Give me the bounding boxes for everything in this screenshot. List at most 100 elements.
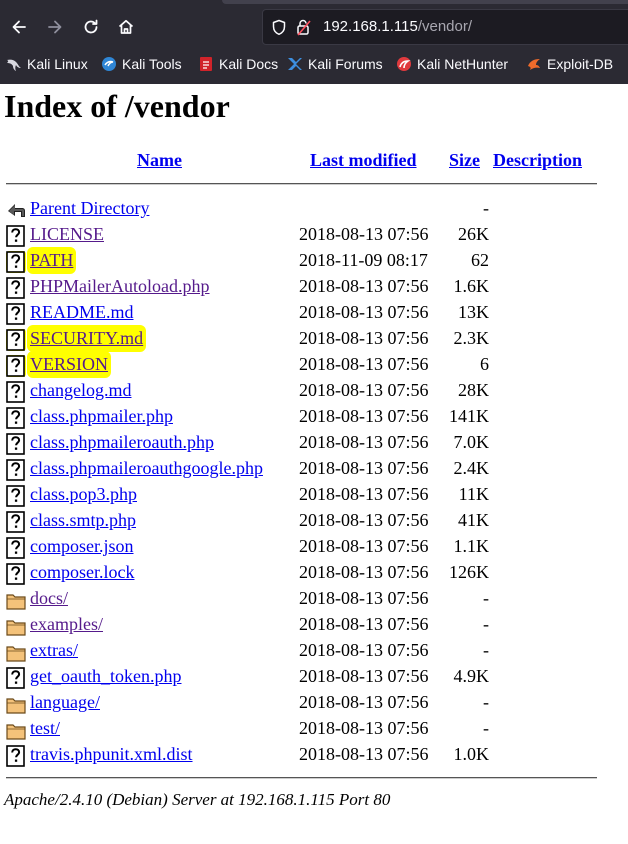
bookmark-label: Exploit-DB xyxy=(547,56,614,72)
unknown-file-icon[interactable] xyxy=(6,745,26,767)
size-cell: 28K xyxy=(458,380,489,400)
file-link[interactable]: LICENSE xyxy=(30,224,104,245)
size-cell: 11K xyxy=(458,484,489,504)
bookmark-kali-tools[interactable]: Kali Tools xyxy=(101,53,182,75)
unknown-file-icon[interactable] xyxy=(6,329,26,351)
file-link[interactable]: class.pop3.php xyxy=(30,484,137,505)
table-row: get_oauth_token.php 2018-08-13 07:56 4.9K xyxy=(0,664,628,690)
file-link[interactable]: extras/ xyxy=(30,640,78,661)
reload-button[interactable] xyxy=(76,12,106,42)
unknown-file-icon[interactable] xyxy=(6,277,26,299)
last-modified-cell: 2018-08-13 07:56 xyxy=(299,224,429,244)
unknown-file-icon[interactable] xyxy=(6,537,26,559)
unknown-file-icon[interactable] xyxy=(6,511,26,533)
table-row: language/2018-08-13 07:56 - xyxy=(0,690,628,716)
back-button[interactable] xyxy=(4,12,34,42)
last-modified-cell: 2018-08-13 07:56 xyxy=(299,718,429,738)
home-button[interactable] xyxy=(111,12,141,42)
address-bar[interactable]: 192.168.1.115/vendor/ xyxy=(262,9,628,45)
bookmark-exploit-db[interactable]: Exploit-DB xyxy=(526,53,613,75)
server-signature: Apache/2.4.10 (Debian) Server at 192.168… xyxy=(4,790,391,809)
parent-directory-link[interactable]: Parent Directory xyxy=(30,198,149,219)
table-row: docs/2018-08-13 07:56 - xyxy=(0,586,628,612)
file-link[interactable]: language/ xyxy=(30,692,100,713)
file-link[interactable]: PHPMailerAutoload.php xyxy=(30,276,210,297)
last-modified-cell: 2018-08-13 07:56 xyxy=(299,614,429,634)
bookmark-label: Kali Docs xyxy=(219,56,279,72)
file-link[interactable]: class.phpmaileroauthgoogle.php xyxy=(30,458,263,479)
table-row: SECURITY.md 2018-08-13 07:56 2.3K xyxy=(0,326,628,352)
folder-icon[interactable] xyxy=(6,615,26,637)
file-link[interactable]: VERSION xyxy=(30,354,109,375)
last-modified-cell: 2018-08-13 07:56 xyxy=(299,302,429,322)
table-row: PATH 2018-11-09 08:17 62 xyxy=(0,248,628,274)
bookmark-label: Kali Linux xyxy=(27,56,88,72)
file-link[interactable]: PATH xyxy=(30,250,74,271)
file-link[interactable]: test/ xyxy=(30,718,60,739)
forward-button[interactable] xyxy=(40,12,70,42)
file-link[interactable]: travis.phpunit.xml.dist xyxy=(30,744,193,765)
table-row: class.smtp.php 2018-08-13 07:56 41K xyxy=(0,508,628,534)
file-link[interactable]: composer.lock xyxy=(30,562,134,583)
unknown-file-icon[interactable] xyxy=(6,381,26,403)
unknown-file-icon[interactable] xyxy=(6,459,26,481)
file-link[interactable]: composer.json xyxy=(30,536,134,557)
file-link[interactable]: SECURITY.md xyxy=(30,328,144,349)
last-modified-cell: 2018-08-13 07:56 xyxy=(299,484,429,504)
unknown-file-icon[interactable] xyxy=(6,225,26,247)
file-link[interactable]: changelog.md xyxy=(30,380,131,401)
last-modified-cell: 2018-08-13 07:56 xyxy=(299,276,429,296)
size-cell: 4.9K xyxy=(453,666,490,686)
kali-docs-icon xyxy=(200,57,212,71)
size-cell: 1.6K xyxy=(453,276,490,296)
bookmark-kali-linux[interactable]: Kali Linux xyxy=(6,53,88,75)
file-link[interactable]: docs/ xyxy=(30,588,68,609)
size-cell: - xyxy=(483,640,489,660)
last-modified-cell: 2018-08-13 07:56 xyxy=(299,588,429,608)
file-link[interactable]: class.phpmaileroauth.php xyxy=(30,432,214,453)
sort-by-size-link[interactable]: Size xyxy=(449,150,480,171)
last-modified-cell: 2018-08-13 07:56 xyxy=(299,328,429,348)
last-modified-cell: 2018-08-13 07:56 xyxy=(299,692,429,712)
table-row: test/2018-08-13 07:56 - xyxy=(0,716,628,742)
size-cell: 126K xyxy=(449,562,489,582)
last-modified-cell: 2018-08-13 07:56 xyxy=(299,406,429,426)
folder-icon[interactable] xyxy=(6,719,26,741)
sort-by-description-link[interactable]: Description xyxy=(493,150,582,171)
bookmark-kali-nethunter[interactable]: Kali NetHunter xyxy=(396,53,508,75)
folder-icon[interactable] xyxy=(6,641,26,663)
folder-icon[interactable] xyxy=(6,693,26,715)
reload-icon xyxy=(84,19,98,34)
last-modified-cell: 2018-11-09 08:17 xyxy=(299,250,428,270)
insecure-lock-icon[interactable] xyxy=(295,18,313,36)
size-cell: 2.3K xyxy=(453,328,490,348)
unknown-file-icon[interactable] xyxy=(6,251,26,273)
tracking-protection-shield-icon[interactable] xyxy=(271,19,287,36)
bookmark-label: Kali Forums xyxy=(308,56,383,72)
folder-icon[interactable] xyxy=(6,589,26,611)
unknown-file-icon[interactable] xyxy=(6,355,26,377)
size-cell: - xyxy=(483,718,489,738)
bookmark-kali-forums[interactable]: Kali Forums xyxy=(287,53,383,75)
kali-nethunter-icon xyxy=(397,57,411,71)
sort-by-last-modified-link[interactable]: Last modified xyxy=(310,150,417,171)
file-link[interactable]: get_oauth_token.php xyxy=(30,666,181,687)
unknown-file-icon[interactable] xyxy=(6,433,26,455)
file-link[interactable]: examples/ xyxy=(30,614,103,635)
file-link[interactable]: class.phpmailer.php xyxy=(30,406,173,427)
unknown-file-icon[interactable] xyxy=(6,667,26,689)
last-modified-cell: 2018-08-13 07:56 xyxy=(299,536,429,556)
table-row: VERSION 2018-08-13 07:56 6 xyxy=(0,352,628,378)
url-text[interactable]: 192.168.1.115/vendor/ xyxy=(323,18,472,35)
file-link[interactable]: README.md xyxy=(30,302,134,323)
unknown-file-icon[interactable] xyxy=(6,485,26,507)
bookmark-kali-docs[interactable]: Kali Docs xyxy=(198,53,278,75)
unknown-file-icon[interactable] xyxy=(6,303,26,325)
sort-by-name-link[interactable]: Name xyxy=(137,150,182,171)
size-cell: 2.4K xyxy=(453,458,490,478)
parent-directory-icon[interactable] xyxy=(6,199,26,221)
size-cell: 1.1K xyxy=(453,536,490,556)
unknown-file-icon[interactable] xyxy=(6,407,26,429)
file-link[interactable]: class.smtp.php xyxy=(30,510,136,531)
unknown-file-icon[interactable] xyxy=(6,563,26,585)
